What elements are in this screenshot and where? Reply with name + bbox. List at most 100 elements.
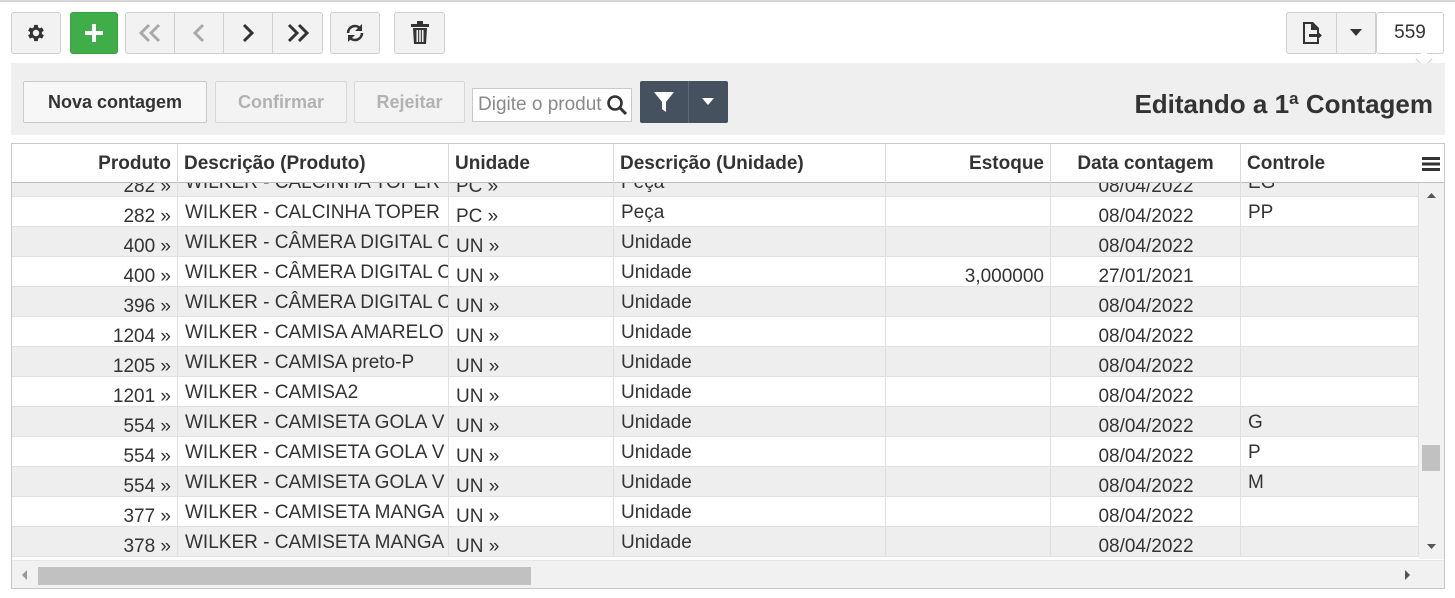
cell-controle <box>1241 227 1419 257</box>
table-row[interactable]: 554 » WILKER - CAMISETA GOLA V UN » Unidade… <box>12 437 1419 467</box>
table-row[interactable]: 554 » WILKER - CAMISETA GOLA V UN » Unidade… <box>12 467 1419 497</box>
cell-unidade[interactable]: UN » <box>449 497 614 527</box>
add-button[interactable] <box>70 12 118 54</box>
table-row[interactable]: 1205 » WILKER - CAMISA preto-P UN » Unidade… <box>12 347 1419 377</box>
table-row[interactable]: 1201 » WILKER - CAMISA2 UN » Unidade 08/04/2… <box>12 377 1419 407</box>
column-header-data-contagem[interactable]: Data contagem <box>1051 144 1241 183</box>
cell-produto[interactable]: 396 » <box>12 287 178 317</box>
cell-data-contagem: 08/04/2022 <box>1051 287 1241 317</box>
cell-unidade[interactable]: UN » <box>449 377 614 407</box>
confirm-button[interactable]: Confirmar <box>215 81 347 123</box>
scroll-up-icon[interactable] <box>1419 187 1444 203</box>
filter-button[interactable] <box>640 81 689 123</box>
cell-descricao-produto: WILKER - CÂMERA DIGITAL C <box>178 257 449 287</box>
cell-produto[interactable]: 1201 » <box>12 377 178 407</box>
cell-controle <box>1241 527 1419 557</box>
cell-descricao-produto: WILKER - CALCINHA TOPER <box>178 197 449 227</box>
filter-dropdown-button[interactable] <box>689 81 727 123</box>
table-row[interactable]: 378 » WILKER - CAMISETA MANGA UN » Unidade 0… <box>12 527 1419 557</box>
cell-unidade[interactable]: UN » <box>449 317 614 347</box>
settings-button[interactable] <box>11 12 61 54</box>
next-record-button[interactable] <box>223 12 273 54</box>
plus-icon <box>85 24 103 42</box>
cell-produto[interactable]: 1205 » <box>12 347 178 377</box>
cell-unidade[interactable]: UN » <box>449 437 614 467</box>
cell-produto[interactable]: 400 » <box>12 257 178 287</box>
cell-estoque <box>886 407 1051 437</box>
table-row[interactable]: 1204 » WILKER - CAMISA AMARELO UN » Unidade… <box>12 317 1419 347</box>
column-header-unidade[interactable]: Unidade <box>449 144 614 183</box>
cell-unidade[interactable]: UN » <box>449 467 614 497</box>
cell-unidade[interactable]: UN » <box>449 227 614 257</box>
cell-data-contagem: 08/04/2022 <box>1051 317 1241 347</box>
cell-produto[interactable]: 400 » <box>12 227 178 257</box>
table-row[interactable]: 400 » WILKER - CÂMERA DIGITAL C UN » Unidad… <box>12 257 1419 287</box>
cell-data-contagem: 08/04/2022 <box>1051 347 1241 377</box>
cell-data-contagem: 08/04/2022 <box>1051 467 1241 497</box>
cell-produto[interactable]: 378 » <box>12 527 178 557</box>
cell-data-contagem: 08/04/2022 <box>1051 407 1241 437</box>
previous-record-button[interactable] <box>174 12 224 54</box>
cell-unidade[interactable]: PC » <box>449 197 614 227</box>
horizontal-scroll-thumb[interactable] <box>38 567 531 585</box>
cell-unidade[interactable]: UN » <box>449 527 614 557</box>
scroll-down-icon[interactable] <box>1419 539 1444 555</box>
cell-unidade[interactable]: UN » <box>449 407 614 437</box>
cell-produto[interactable]: 554 » <box>12 437 178 467</box>
reject-button[interactable]: Rejeitar <box>354 81 465 123</box>
cell-descricao-produto: WILKER - CAMISA2 <box>178 377 449 407</box>
first-record-button[interactable] <box>125 12 175 54</box>
cell-produto[interactable]: 282 » <box>12 183 178 197</box>
table-row[interactable]: 377 » WILKER - CAMISETA MANGA UN » Unidade 0… <box>12 497 1419 527</box>
table-row[interactable]: 400 » WILKER - CÂMERA DIGITAL C UN » Unidad… <box>12 227 1419 257</box>
scroll-left-icon[interactable] <box>16 561 32 589</box>
cell-produto[interactable]: 282 » <box>12 197 178 227</box>
cell-descricao-unidade: Unidade <box>614 287 886 317</box>
cell-controle: G <box>1241 407 1419 437</box>
count-grid: Produto Descrição (Produto) Unidade Desc… <box>11 143 1445 589</box>
cell-controle <box>1241 377 1419 407</box>
search-icon[interactable] <box>606 94 628 116</box>
chevron-left-icon <box>192 23 205 43</box>
cell-estoque <box>886 527 1051 557</box>
table-row[interactable]: 396 » WILKER - CÂMERA DIGITAL C UN » Unidad… <box>12 287 1419 317</box>
column-header-descricao-unidade[interactable]: Descrição (Unidade) <box>614 144 886 183</box>
table-row[interactable]: 282 »WILKER - CALCINHA TOPERPC »Peça 08/0… <box>12 183 1419 197</box>
caret-down-icon <box>702 98 714 105</box>
delete-button[interactable] <box>394 12 445 54</box>
trash-icon <box>410 21 429 44</box>
last-record-button[interactable] <box>272 12 323 54</box>
cell-descricao-unidade: Unidade <box>614 257 886 287</box>
cell-estoque <box>886 497 1051 527</box>
cell-unidade[interactable]: UN » <box>449 347 614 377</box>
column-menu-icon[interactable] <box>1418 144 1444 183</box>
cell-estoque <box>886 227 1051 257</box>
cell-produto[interactable]: 554 » <box>12 467 178 497</box>
cell-estoque <box>886 287 1051 317</box>
column-header-controle[interactable]: Controle <box>1241 144 1418 183</box>
export-button[interactable] <box>1286 12 1337 54</box>
vertical-scroll-thumb[interactable] <box>1422 445 1440 471</box>
cell-unidade[interactable]: UN » <box>449 257 614 287</box>
table-row[interactable]: 554 » WILKER - CAMISETA GOLA V UN » Unidade… <box>12 407 1419 437</box>
grid-header: Produto Descrição (Produto) Unidade Desc… <box>12 144 1444 183</box>
vertical-scrollbar[interactable] <box>1419 183 1444 559</box>
cell-produto[interactable]: 1204 » <box>12 317 178 347</box>
new-count-button[interactable]: Nova contagem <box>23 81 207 123</box>
cell-produto[interactable]: 377 » <box>12 497 178 527</box>
cell-unidade[interactable]: UN » <box>449 287 614 317</box>
refresh-button[interactable] <box>330 12 380 54</box>
cell-controle <box>1241 257 1419 287</box>
cell-produto[interactable]: 554 » <box>12 407 178 437</box>
top-border <box>0 0 1455 2</box>
table-row[interactable]: 282 »WILKER - CALCINHA TOPERPC »Peça 08/0… <box>12 197 1419 227</box>
scroll-right-icon[interactable] <box>1400 561 1416 589</box>
export-dropdown-button[interactable] <box>1336 12 1376 54</box>
column-header-descricao-produto[interactable]: Descrição (Produto) <box>178 144 449 183</box>
column-header-estoque[interactable]: Estoque <box>886 144 1051 183</box>
cell-unidade[interactable]: PC » <box>449 183 614 197</box>
product-search-input[interactable] <box>478 90 602 120</box>
grid-body: 282 »WILKER - CALCINHA TOPERPC »Peça 08/0… <box>12 183 1419 559</box>
column-header-produto[interactable]: Produto <box>12 144 178 183</box>
horizontal-scrollbar[interactable] <box>12 560 1444 588</box>
